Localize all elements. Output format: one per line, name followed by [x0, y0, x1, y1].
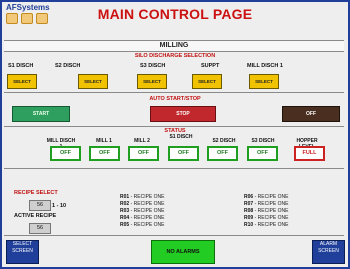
recipe-list-item: R01 - RECIPE ONE [120, 194, 165, 200]
bin-label: SUPPT [201, 63, 220, 69]
section-divider [4, 92, 344, 93]
bin-label: S3 DISCH [140, 63, 166, 69]
select-s3-discharge-button[interactable]: SELECT [137, 74, 167, 89]
recipe-name: RECIPE ONE [133, 201, 165, 207]
recipe-list-item: R05 - RECIPE ONE [120, 222, 165, 228]
stop-button[interactable]: STOP [150, 106, 216, 122]
recipe-id: R09 [244, 215, 254, 221]
status-label: MILL 1 [96, 138, 112, 144]
auto-section-label: AUTO START/STOP [149, 96, 201, 102]
brand-icon [36, 13, 48, 24]
recipe-list-item: R09 - RECIPE ONE [244, 215, 289, 221]
status-s3-discharge: OFF [247, 146, 278, 161]
status-label: S2 DISCH [212, 138, 236, 144]
select-screen-line2: SCREEN [12, 248, 33, 254]
status-hopper-level: FULL [294, 146, 325, 161]
section-divider [4, 126, 344, 127]
recipe-name: RECIPE ONE [257, 208, 289, 214]
recipe-select-label: RECIPE SELECT [14, 190, 58, 196]
active-recipe-value: 56 [29, 223, 51, 234]
select-mill-discharge-button[interactable]: SELECT [249, 74, 279, 89]
page-title: MAIN CONTROL PAGE [97, 6, 253, 22]
recipe-list-item: R06 - RECIPE ONE [244, 194, 289, 200]
brand-icon [6, 13, 18, 24]
select-screen-line1: SELECT [12, 241, 33, 247]
recipe-list-item: R10 - RECIPE ONE [244, 222, 289, 228]
status-s1-discharge: OFF [168, 146, 199, 161]
alarm-status: NO ALARMS [151, 240, 215, 264]
select-screen-button[interactable]: SELECT SCREEN [6, 240, 39, 264]
recipe-range: 1 - 10 [52, 203, 67, 209]
brand-icon [21, 13, 33, 24]
recipe-name: RECIPE ONE [133, 194, 165, 200]
status-mill-2: OFF [128, 146, 159, 161]
bin-label: S1 DISCH [8, 63, 34, 69]
off-button[interactable]: OFF [282, 106, 340, 122]
recipe-list-item: R02 - RECIPE ONE [120, 201, 165, 207]
recipe-id: R10 [244, 222, 254, 228]
recipe-id: R07 [244, 201, 254, 207]
alarm-screen-line2: SCREEN [318, 248, 339, 254]
brand-logo: AFSystems [6, 3, 66, 27]
select-s1-discharge-button[interactable]: SELECT [7, 74, 37, 89]
recipe-name: RECIPE ONE [133, 208, 165, 214]
brand-icons [6, 13, 48, 24]
alarm-screen-line1: ALARM [319, 241, 338, 247]
recipe-id: R01 [120, 194, 130, 200]
status-label: S3 DISCH [251, 138, 275, 144]
recipe-list-item: R04 - RECIPE ONE [120, 215, 165, 221]
recipe-list-item: R07 - RECIPE ONE [244, 201, 289, 207]
bin-label: MILL DISCH 1 [247, 63, 283, 69]
recipe-id: R06 [244, 194, 254, 200]
select-suppt-button[interactable]: SELECT [192, 74, 222, 89]
alarm-screen-button[interactable]: ALARM SCREEN [312, 240, 345, 264]
active-recipe-label: ACTIVE RECIPE [14, 213, 57, 219]
recipe-id: R02 [120, 201, 130, 207]
recipe-name: RECIPE ONE [257, 215, 289, 221]
recipe-name: RECIPE ONE [257, 222, 289, 228]
status-mill-discharge-1: OFF [50, 146, 81, 161]
bin-label: S2 DISCH [55, 63, 81, 69]
area-title: MILLING [4, 40, 344, 52]
status-label: S1 DISCH [169, 134, 193, 140]
section-divider [4, 235, 344, 236]
recipe-id: R04 [120, 215, 130, 221]
recipe-name: RECIPE ONE [257, 201, 289, 207]
recipe-name: RECIPE ONE [133, 222, 165, 228]
recipe-list-item: R08 - RECIPE ONE [244, 208, 289, 214]
start-button[interactable]: START [12, 106, 70, 122]
silo-section-label: SILO DISCHARGE SELECTION [134, 53, 216, 59]
status-label: MILL 2 [134, 138, 150, 144]
select-s2-discharge-button[interactable]: SELECT [78, 74, 108, 89]
section-divider [4, 168, 344, 169]
recipe-select-input[interactable]: 56 [29, 200, 51, 211]
recipe-id: R08 [244, 208, 254, 214]
brand-name: AFSystems [6, 3, 50, 12]
status-s2-discharge: OFF [207, 146, 238, 161]
recipe-id: R03 [120, 208, 130, 214]
status-mill-1: OFF [89, 146, 120, 161]
recipe-id: R05 [120, 222, 130, 228]
recipe-list-item: R03 - RECIPE ONE [120, 208, 165, 214]
recipe-name: RECIPE ONE [257, 194, 289, 200]
recipe-name: RECIPE ONE [133, 215, 165, 221]
